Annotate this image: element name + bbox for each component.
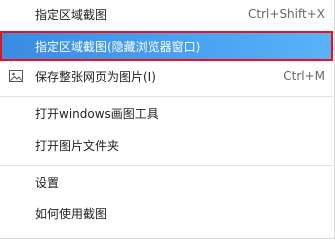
menu-item-how-to-use[interactable]: 如何使用截图 <box>0 199 333 227</box>
menu-item-label: 打开windows画图工具 <box>35 106 159 121</box>
image-icon <box>9 69 23 83</box>
menu-item-shortcut: Ctrl+M <box>283 69 325 83</box>
menu-item-open-image-folder[interactable]: 打开图片文件夹 <box>0 131 333 159</box>
menu-item-open-paint[interactable]: 打开windows画图工具 <box>0 99 333 127</box>
menu-item-label: 如何使用截图 <box>35 206 108 221</box>
menu-item-label: 打开图片文件夹 <box>35 138 120 153</box>
menu-item-settings[interactable]: 设置 <box>0 168 333 196</box>
menu-separator <box>0 165 333 166</box>
menu-separator <box>0 96 333 97</box>
menu-item-label: 指定区域截图 <box>35 7 108 22</box>
menu-item-label: 设置 <box>35 175 60 190</box>
menu-item-label: 保存整张网页为图片(I) <box>35 69 156 84</box>
menu-item-region-screenshot[interactable]: 指定区域截图 Ctrl+Shift+X <box>0 0 333 28</box>
menu-item-save-page-as-image[interactable]: 保存整张网页为图片(I) Ctrl+M <box>0 62 333 90</box>
context-menu: 指定区域截图 Ctrl+Shift+X 指定区域截图(隐藏浏览器窗口) 保存整张… <box>0 0 335 239</box>
menu-item-shortcut: Ctrl+Shift+X <box>248 7 325 21</box>
menu-item-region-screenshot-hide-browser[interactable]: 指定区域截图(隐藏浏览器窗口) <box>0 31 333 61</box>
menu-item-label: 指定区域截图(隐藏浏览器窗口) <box>35 39 201 54</box>
